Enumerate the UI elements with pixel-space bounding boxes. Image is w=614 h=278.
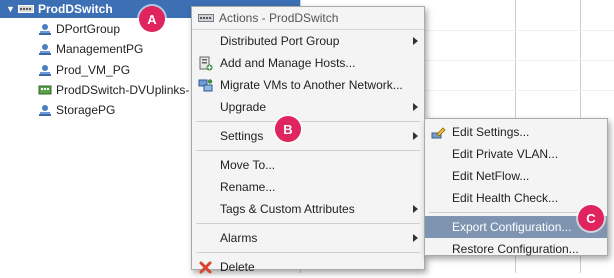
- tree-item-label: ProdDSwitch-DVUplinks-: [56, 82, 190, 97]
- uplink-icon: [38, 85, 52, 94]
- menu-item-label: Add and Manage Hosts...: [220, 56, 356, 70]
- portgroup-icon: [39, 43, 51, 55]
- menu-item-label: Upgrade: [220, 100, 267, 114]
- menu-separator: [196, 121, 420, 122]
- menu-item-alarms[interactable]: Alarms: [192, 227, 424, 249]
- menu-header: Actions - ProdDSwitch: [192, 7, 424, 30]
- menu-item-label: Distributed Port Group: [220, 34, 340, 48]
- menu-item-distributed-port-group[interactable]: Distributed Port Group: [192, 30, 424, 52]
- submenu-item-restore-configuration[interactable]: Restore Configuration...: [425, 238, 607, 260]
- submenu-arrow-icon: [413, 103, 418, 111]
- menu-separator: [196, 223, 420, 224]
- submenu-item-label: Edit Private VLAN...: [452, 147, 559, 161]
- settings-submenu: Edit Settings... Edit Private VLAN... Ed…: [424, 118, 608, 256]
- tree-item-label: StoragePG: [56, 102, 116, 117]
- submenu-arrow-icon: [413, 234, 418, 242]
- menu-separator: [429, 212, 603, 213]
- submenu-item-label: Edit NetFlow...: [452, 169, 530, 183]
- menu-item-rename[interactable]: Rename...: [192, 176, 424, 198]
- distributed-switch-icon: [198, 14, 214, 22]
- grid-line: [420, 90, 614, 91]
- tree-item-label: Prod_VM_PG: [56, 62, 131, 77]
- menu-separator: [196, 150, 420, 151]
- callout-badge-b: B: [275, 116, 301, 142]
- tree-item-dvuplinks[interactable]: ProdDSwitch-DVUplinks-: [38, 80, 189, 99]
- menu-item-move-to[interactable]: Move To...: [192, 154, 424, 176]
- menu-separator: [196, 252, 420, 253]
- submenu-item-label: Edit Health Check...: [452, 191, 559, 205]
- tree-item-dportgroup[interactable]: DPortGroup: [38, 19, 120, 38]
- add-hosts-icon: [199, 56, 213, 71]
- submenu-item-edit-settings[interactable]: Edit Settings...: [425, 121, 607, 143]
- portgroup-icon: [39, 23, 51, 35]
- menu-item-settings[interactable]: Settings: [192, 125, 424, 147]
- submenu-arrow-icon: [413, 205, 418, 213]
- menu-item-tags-custom-attributes[interactable]: Tags & Custom Attributes: [192, 198, 424, 220]
- submenu-item-edit-private-vlan[interactable]: Edit Private VLAN...: [425, 143, 607, 165]
- submenu-item-edit-health-check[interactable]: Edit Health Check...: [425, 187, 607, 209]
- menu-item-upgrade[interactable]: Upgrade: [192, 96, 424, 118]
- callout-badge-c: C: [578, 205, 604, 231]
- tree-root-label: ProdDSwitch: [38, 2, 113, 16]
- edit-settings-icon: [431, 127, 446, 139]
- submenu-arrow-icon: [413, 132, 418, 140]
- submenu-item-label: Export Configuration...: [452, 220, 572, 234]
- menu-header-label: Actions - ProdDSwitch: [219, 11, 339, 25]
- portgroup-icon: [39, 104, 51, 116]
- tree-item-managementpg[interactable]: ManagementPG: [38, 39, 143, 58]
- tree-item-prod-vm-pg[interactable]: Prod_VM_PG: [38, 60, 130, 79]
- tree-item-label: ManagementPG: [56, 41, 144, 56]
- grid-line: [420, 30, 614, 31]
- menu-item-label: Rename...: [220, 180, 276, 194]
- menu-item-label: Move To...: [220, 158, 276, 172]
- grid-line: [420, 60, 614, 61]
- menu-item-label: Settings: [220, 129, 264, 143]
- menu-item-label: Tags & Custom Attributes: [220, 202, 355, 216]
- migrate-icon: [198, 79, 213, 92]
- menu-item-label: Delete: [220, 260, 255, 274]
- collapse-triangle-icon[interactable]: ▼: [6, 4, 16, 14]
- menu-item-add-manage-hosts[interactable]: Add and Manage Hosts...: [192, 52, 424, 74]
- submenu-arrow-icon: [413, 37, 418, 45]
- tree-item-storagepg[interactable]: StoragePG: [38, 100, 115, 119]
- submenu-item-edit-netflow[interactable]: Edit NetFlow...: [425, 165, 607, 187]
- menu-item-delete[interactable]: Delete: [192, 256, 424, 278]
- distributed-switch-icon: [18, 5, 34, 13]
- submenu-item-label: Edit Settings...: [452, 125, 530, 139]
- portgroup-icon: [39, 64, 51, 76]
- actions-context-menu: Actions - ProdDSwitch Distributed Port G…: [191, 6, 425, 274]
- tree-item-label: DPortGroup: [56, 21, 121, 36]
- menu-item-migrate-vms[interactable]: Migrate VMs to Another Network...: [192, 74, 424, 96]
- menu-item-label: Migrate VMs to Another Network...: [220, 78, 403, 92]
- callout-badge-a: A: [139, 6, 165, 32]
- submenu-item-label: Restore Configuration...: [452, 242, 579, 256]
- menu-item-label: Alarms: [220, 231, 258, 245]
